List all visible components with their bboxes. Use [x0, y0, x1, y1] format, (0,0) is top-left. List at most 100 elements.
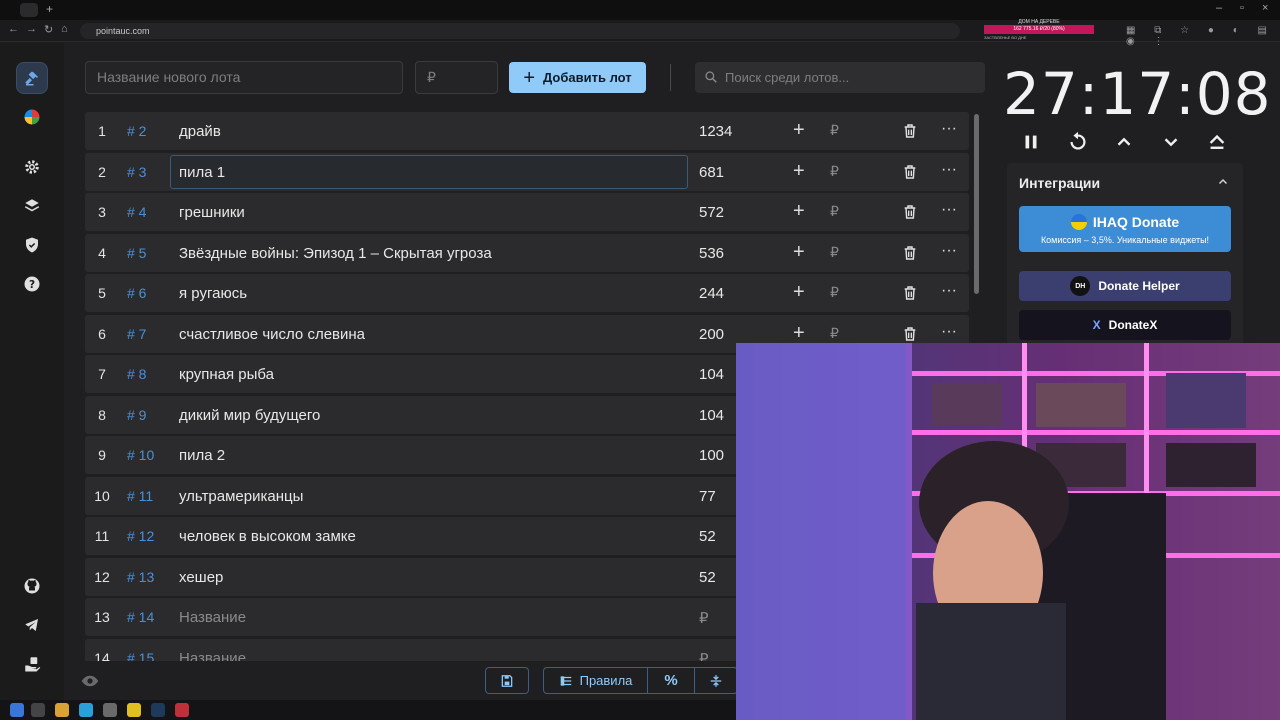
lot-name-edit-box[interactable]	[170, 154, 688, 189]
chevron-down-icon[interactable]	[1157, 128, 1185, 156]
lot-name-input[interactable]: драйв	[179, 123, 221, 140]
add-amount-input[interactable]: ₽	[830, 203, 839, 220]
telegram-icon[interactable]	[16, 609, 48, 641]
lot-id: # 12	[127, 528, 155, 544]
app-taskbar-icon[interactable]	[127, 703, 141, 717]
lots-scrollbar[interactable]	[974, 114, 979, 294]
add-lot-button[interactable]: + Добавить лот	[509, 62, 646, 93]
lot-name-input[interactable]: дикий мир будущего	[179, 407, 320, 424]
delete-icon[interactable]	[902, 163, 918, 181]
rules-button[interactable]: Правила	[543, 667, 648, 694]
reload-icon[interactable]: ↻	[44, 23, 53, 36]
file-explorer-icon[interactable]	[55, 703, 69, 717]
ihaq-title: IHAQ Donate	[1092, 214, 1180, 230]
delete-icon[interactable]	[902, 122, 918, 140]
merge-rows-button[interactable]	[694, 667, 738, 694]
search-input[interactable]: Поиск среди лотов...	[695, 62, 985, 93]
lot-position: 4	[98, 244, 106, 261]
add-amount-icon[interactable]: +	[793, 201, 805, 221]
lot-name-input[interactable]: ультрамериканцы	[179, 488, 303, 505]
donation-goal-widget: ДОМ НА ДЕРЕВЕ 162 775.16 ₽/20 (80%) ЗАСТ…	[984, 19, 1094, 41]
new-lot-amount-input[interactable]: ₽	[415, 61, 498, 94]
lot-amount[interactable]: ₽	[699, 650, 709, 662]
add-amount-input[interactable]: ₽	[830, 122, 839, 139]
lot-name-input[interactable]: Звёздные войны: Эпизод 1 – Скрытая угроз…	[179, 245, 492, 262]
lot-name-input[interactable]: хешер	[179, 569, 223, 586]
url-field[interactable]: pointauc.com	[80, 23, 960, 39]
add-amount-icon[interactable]: +	[793, 323, 805, 343]
lot-name-input[interactable]: Название	[179, 609, 246, 626]
maximize-icon[interactable]: ▫	[1240, 2, 1244, 14]
lot-amount: 77	[699, 487, 716, 505]
telegram-taskbar-icon[interactable]	[79, 703, 93, 717]
more-options-icon[interactable]: ···	[941, 161, 957, 179]
lot-name-input[interactable]: я ругаюсь	[179, 285, 247, 302]
pause-icon[interactable]	[1017, 128, 1045, 156]
lot-name-input[interactable]: пила 1	[179, 164, 225, 181]
lot-id: # 13	[127, 568, 155, 585]
more-options-icon[interactable]: ···	[941, 201, 957, 219]
delete-icon[interactable]	[902, 325, 918, 343]
lot-id: # 6	[127, 285, 147, 301]
lot-name-input[interactable]: счастливое число слевина	[179, 326, 365, 343]
new-tab-icon[interactable]: +	[46, 2, 53, 16]
settings-icon[interactable]	[16, 151, 48, 183]
add-amount-icon[interactable]: +	[793, 282, 805, 302]
save-button[interactable]	[485, 667, 529, 694]
browser-tab[interactable]	[20, 3, 38, 17]
delete-icon[interactable]	[902, 203, 918, 221]
add-amount-input[interactable]: ₽	[830, 284, 839, 301]
collapse-icon[interactable]	[1217, 176, 1229, 188]
steam-taskbar-icon[interactable]	[151, 703, 165, 717]
more-options-icon[interactable]: ···	[941, 120, 957, 138]
lot-name-input[interactable]: пила 2	[179, 447, 225, 464]
donatex-button[interactable]: X DonateX	[1019, 310, 1231, 340]
lot-name-input[interactable]: Название	[179, 650, 246, 662]
more-options-icon[interactable]: ···	[941, 242, 957, 260]
add-amount-icon[interactable]: +	[793, 161, 805, 181]
shield-icon[interactable]	[16, 229, 48, 261]
add-amount-input[interactable]: ₽	[830, 325, 839, 342]
lot-amount: 536	[699, 244, 725, 262]
delete-icon[interactable]	[902, 244, 918, 262]
add-amount-input[interactable]: ₽	[830, 244, 839, 261]
lot-id: # 14	[127, 609, 155, 625]
double-up-icon[interactable]	[1203, 128, 1231, 156]
lot-amount[interactable]: ₽	[699, 609, 709, 627]
eye-icon[interactable]	[81, 673, 99, 689]
lot-name-input[interactable]: человек в высоком замке	[179, 528, 356, 545]
forward-icon[interactable]: →	[26, 23, 37, 35]
home-icon[interactable]: ⌂	[61, 23, 68, 35]
donate-hand-icon[interactable]	[16, 648, 48, 680]
ihaq-donate-button[interactable]: IHAQ Donate Комиссия – 3,5%. Уникальные …	[1019, 206, 1231, 252]
chevron-up-icon[interactable]	[1110, 128, 1138, 156]
add-amount-icon[interactable]: +	[793, 242, 805, 262]
delete-icon[interactable]	[902, 284, 918, 302]
auction-icon[interactable]	[16, 62, 48, 94]
help-icon[interactable]: ?	[16, 268, 48, 300]
svg-text:?: ?	[29, 279, 35, 291]
github-icon[interactable]	[16, 570, 48, 602]
reset-timer-icon[interactable]	[1064, 128, 1092, 156]
donate-helper-button[interactable]: DH Donate Helper	[1019, 271, 1231, 301]
lot-row: 4 # 5 Звёздные войны: Эпизод 1 – Скрытая у…	[85, 233, 969, 272]
browser-taskbar-icon[interactable]	[103, 703, 117, 717]
minimize-icon[interactable]: –	[1216, 2, 1222, 14]
add-amount-icon[interactable]: +	[793, 120, 805, 140]
pie-chart-icon[interactable]	[16, 101, 48, 133]
close-window-icon[interactable]: ×	[1262, 2, 1268, 14]
obs-taskbar-icon[interactable]	[175, 703, 189, 717]
browser-extension-icons[interactable]: ▦ ⧉ ☆ ● ◐ ▤ ◉ ⋮	[1126, 25, 1280, 47]
lot-name-input[interactable]: грешники	[179, 204, 245, 221]
more-options-icon[interactable]: ···	[941, 282, 957, 300]
back-icon[interactable]: ←	[8, 23, 19, 35]
layers-icon[interactable]	[16, 190, 48, 222]
start-menu-icon[interactable]	[10, 703, 24, 717]
percent-button[interactable]: %	[647, 667, 695, 694]
new-lot-name-input[interactable]: Название нового лота	[85, 61, 403, 94]
more-options-icon[interactable]: ···	[941, 323, 957, 341]
add-amount-input[interactable]: ₽	[830, 163, 839, 180]
lot-amount: 52	[699, 528, 716, 545]
lot-name-input[interactable]: крупная рыба	[179, 366, 274, 383]
search-taskbar-icon[interactable]	[31, 703, 45, 717]
